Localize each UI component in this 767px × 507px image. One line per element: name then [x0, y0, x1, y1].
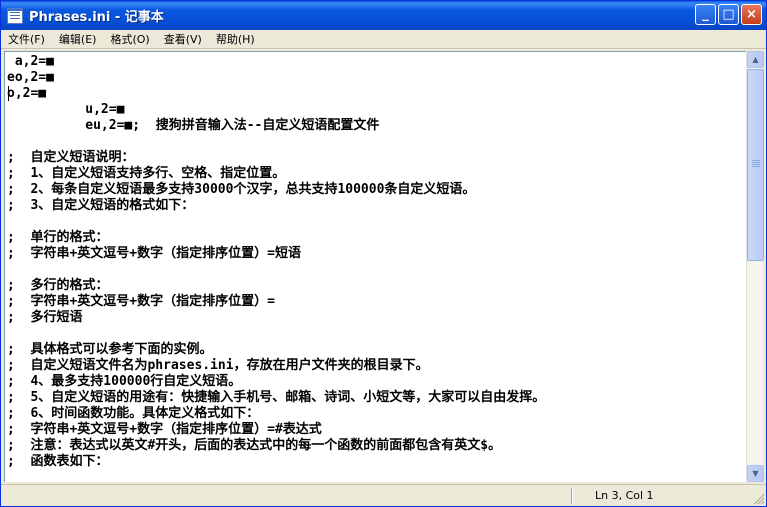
menu-edit[interactable]: 编辑(E)	[52, 31, 104, 47]
text-line: ; 自定义短语说明：	[7, 150, 135, 165]
menu-format[interactable]: 格式(O)	[103, 31, 156, 47]
text-line: ; 函数表如下：	[7, 454, 109, 469]
thumb-grip-icon	[752, 160, 760, 161]
menu-help[interactable]: 帮助(H)	[209, 31, 262, 47]
text-line: ; 注意：表达式以英文#开头，后面的表达式中的每一个函数的前面都包含有英文$。	[7, 438, 502, 453]
status-bar: Ln 3, Col 1	[1, 484, 766, 506]
menu-bar: 文件(F) 编辑(E) 格式(O) 查看(V) 帮助(H)	[1, 30, 766, 49]
window-controls: _ □ ×	[695, 4, 762, 25]
cursor-position: Ln 3, Col 1	[595, 489, 654, 502]
scrollbar-thumb[interactable]	[747, 69, 764, 261]
text-line: ; 自定义短语文件名为phrases.ini，存放在用户文件夹的根目录下。	[7, 358, 429, 373]
text-editor[interactable]: a,2=■ eo,2=■ o,2=■ u,2=■ eu,2=■; 搜狗拼音输入法…	[4, 51, 746, 482]
text-line: ; 5、自定义短语的用途有：快捷输入手机号、邮箱、诗词、小短文等，大家可以自由发…	[7, 390, 546, 405]
notepad-window: Phrases.ini - 记事本 _ □ × 文件(F) 编辑(E) 格式(O…	[0, 0, 767, 507]
maximize-button[interactable]: □	[718, 4, 739, 25]
vertical-scrollbar[interactable]: ▲ ▼	[746, 51, 764, 482]
text-line: ; 字符串+英文逗号+数字（指定排序位置）=	[7, 294, 275, 309]
notepad-icon[interactable]	[7, 7, 23, 24]
scroll-up-arrow-icon[interactable]: ▲	[747, 51, 764, 68]
text-caret	[8, 86, 9, 101]
status-divider	[571, 488, 572, 504]
text-line: eo,2=■	[7, 70, 54, 85]
text-line: u,2=■	[7, 102, 125, 117]
minimize-button[interactable]: _	[695, 4, 716, 25]
text-line: a,2=■	[7, 54, 54, 69]
text-line: ; 多行短语	[7, 310, 83, 325]
text-line: ; 2、每条自定义短语最多支持30000个汉字，总共支持100000条自定义短语…	[7, 182, 476, 197]
text-line: ; 字符串+英文逗号+数字（指定排序位置）=#表达式	[7, 422, 322, 437]
text-line: o,2=■	[7, 86, 47, 101]
menu-file[interactable]: 文件(F)	[1, 31, 52, 47]
text-line: ; 3、自定义短语的格式如下：	[7, 198, 195, 213]
menu-view[interactable]: 查看(V)	[157, 31, 209, 47]
scroll-down-arrow-icon[interactable]: ▼	[747, 465, 764, 482]
text-line: eu,2=■; 搜狗拼音输入法--自定义短语配置文件	[7, 118, 380, 133]
text-line: ; 4、最多支持100000行自定义短语。	[7, 374, 242, 389]
title-bar[interactable]: Phrases.ini - 记事本 _ □ ×	[1, 1, 766, 30]
text-line: ; 单行的格式：	[7, 230, 109, 245]
text-line: ; 字符串+英文逗号+数字（指定排序位置）=短语	[7, 246, 301, 261]
text-line: ; 具体格式可以参考下面的实例。	[7, 342, 213, 357]
text-line: ; 6、时间函数功能。具体定义格式如下：	[7, 406, 260, 421]
window-title: Phrases.ini - 记事本	[29, 10, 164, 25]
text-line: ; 多行的格式：	[7, 278, 109, 293]
text-line: ; 1、自定义短语支持多行、空格、指定位置。	[7, 166, 286, 181]
resize-grip-icon[interactable]	[752, 492, 764, 504]
close-button[interactable]: ×	[741, 4, 762, 25]
